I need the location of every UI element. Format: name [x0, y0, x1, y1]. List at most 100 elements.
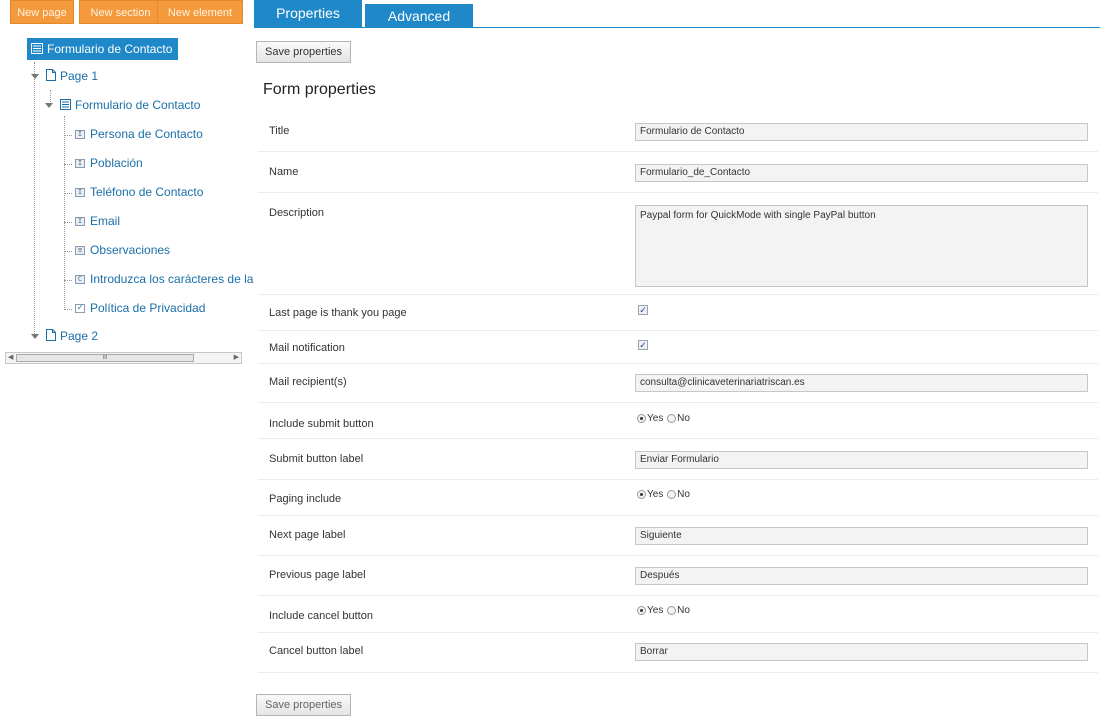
cancel-label-input[interactable]: Borrar — [635, 643, 1088, 661]
tree-item-field-persona[interactable]: I Persona de Contacto — [75, 124, 203, 144]
radio-yes-label: Yes — [647, 413, 664, 424]
tree-item-section-form[interactable]: Formulario de Contacto — [60, 95, 200, 115]
mail-notification-label: Mail notification — [269, 342, 345, 354]
property-row-previous-page: Previous page label Después — [258, 556, 1098, 596]
tree-item-field-poblacion[interactable]: I Población — [75, 153, 143, 173]
tree-item-label: Introduzca los carácteres de la — [90, 272, 254, 286]
tab-properties[interactable]: Properties — [254, 0, 362, 28]
tree-root-form[interactable]: Formulario de Contacto — [27, 38, 179, 60]
mail-recipients-label: Mail recipient(s) — [269, 376, 347, 388]
expand-triangle-icon[interactable] — [31, 74, 39, 79]
save-properties-button-bottom[interactable]: Save properties — [256, 694, 352, 716]
description-textarea[interactable]: Paypal form for QuickMode with single Pa… — [635, 205, 1088, 287]
tree-horizontal-scrollbar[interactable]: ◀ III ▶ — [5, 352, 242, 364]
tree-item-field-telefono[interactable]: I Teléfono de Contacto — [75, 182, 203, 202]
form-structure-tree: Formulario de Contacto Page 1 Formulario… — [27, 38, 253, 343]
property-row-mail-recipients: Mail recipient(s) consulta@clinicaveteri… — [258, 364, 1098, 403]
include-cancel-label: Include cancel button — [269, 610, 373, 622]
section-title: Form properties — [263, 81, 376, 98]
paging-yes-radio[interactable] — [637, 490, 646, 499]
radio-no-label: No — [677, 413, 690, 424]
text-field-icon: I — [75, 159, 85, 169]
tree-connector — [64, 164, 72, 165]
next-page-label: Next page label — [269, 529, 346, 541]
property-row-include-submit: Include submit button Yes No — [258, 403, 1098, 439]
scrollbar-thumb[interactable]: III — [16, 354, 194, 362]
tree-connector — [34, 62, 35, 336]
include-submit-no-radio[interactable] — [667, 414, 677, 423]
tree-item-label: Formulario de Contacto — [75, 98, 201, 112]
name-label: Name — [269, 166, 299, 178]
name-input[interactable]: Formulario_de_Contacto — [635, 164, 1088, 182]
radio-yes-label: Yes — [647, 489, 664, 500]
thankyou-checkbox[interactable]: ✓ — [638, 305, 648, 315]
radio-no-label: No — [677, 489, 690, 500]
expand-triangle-icon[interactable] — [31, 334, 39, 339]
tree-item-field-observaciones[interactable]: ≡ Observaciones — [75, 240, 170, 260]
include-cancel-yes-radio[interactable] — [637, 606, 646, 615]
property-row-submit-label: Submit button label Enviar Formulario — [258, 439, 1098, 480]
description-label: Description — [269, 207, 325, 219]
new-page-button[interactable]: New page — [10, 0, 74, 24]
properties-tabs: Properties Advanced — [254, 0, 1100, 28]
captcha-field-icon: C — [75, 275, 85, 285]
text-field-icon: I — [75, 188, 85, 198]
property-row-include-cancel: Include cancel button Yes No — [258, 596, 1098, 633]
include-submit-radio-group: Yes No — [637, 413, 691, 424]
tree-item-label: Población — [90, 156, 143, 170]
save-properties-button-top[interactable]: Save properties — [256, 41, 352, 63]
new-section-button[interactable]: New section — [79, 0, 162, 24]
paging-no-radio[interactable] — [667, 490, 677, 499]
submit-label-label: Submit button label — [269, 453, 364, 465]
tree-item-label: Persona de Contacto — [90, 127, 203, 141]
tree-item-field-captcha[interactable]: C Introduzca los carácteres de la — [75, 269, 253, 289]
include-submit-yes-radio[interactable] — [637, 414, 646, 423]
tree-item-label: Page 2 — [60, 329, 99, 343]
mail-notification-checkbox[interactable]: ✓ — [638, 340, 648, 350]
cancel-label-label: Cancel button label — [269, 645, 364, 657]
property-row-thankyou: Last page is thank you page ✓ — [258, 295, 1098, 331]
title-input[interactable]: Formulario de Contacto — [635, 123, 1088, 141]
textarea-field-icon: ≡ — [75, 246, 85, 256]
tree-root-label: Formulario de Contacto — [47, 42, 173, 56]
radio-no-label: No — [677, 605, 690, 616]
thankyou-label: Last page is thank you page — [269, 307, 407, 319]
property-row-name: Name Formulario_de_Contacto — [258, 152, 1098, 193]
next-page-input[interactable]: Siguiente — [635, 527, 1088, 545]
tree-item-page-2[interactable]: Page 2 — [46, 326, 98, 346]
previous-page-label: Previous page label — [269, 569, 366, 581]
tree-item-field-privacidad[interactable]: ✓ Política de Privacidad — [75, 298, 205, 318]
previous-page-input[interactable]: Después — [635, 567, 1088, 585]
property-row-next-page: Next page label Siguiente — [258, 516, 1098, 556]
scroll-left-arrow-icon[interactable]: ◀ — [8, 353, 13, 363]
title-label: Title — [269, 125, 290, 137]
tree-item-label: Email — [90, 214, 121, 228]
text-field-icon: I — [75, 130, 85, 140]
new-element-button[interactable]: New element — [157, 0, 243, 24]
checkbox-field-icon: ✓ — [75, 304, 85, 314]
page-icon — [46, 327, 56, 347]
paging-radio-group: Yes No — [637, 489, 691, 500]
tree-connector — [64, 222, 72, 223]
property-row-mail-notification: Mail notification ✓ — [258, 331, 1098, 364]
tree-item-label: Page 1 — [60, 69, 99, 83]
submit-label-input[interactable]: Enviar Formulario — [635, 451, 1088, 469]
scroll-right-arrow-icon[interactable]: ▶ — [234, 353, 239, 363]
tree-item-label: Teléfono de Contacto — [90, 185, 204, 199]
property-row-title: Title Formulario de Contacto — [258, 110, 1098, 152]
tree-item-field-email[interactable]: I Email — [75, 211, 120, 231]
radio-yes-label: Yes — [647, 605, 664, 616]
tree-item-page-1[interactable]: Page 1 — [46, 66, 98, 86]
expand-triangle-icon[interactable] — [45, 103, 53, 108]
tree-connector — [50, 90, 51, 102]
mail-recipients-input[interactable]: consulta@clinicaveterinariatriscan.es — [635, 374, 1088, 392]
property-row-description: Description Paypal form for QuickMode wi… — [258, 193, 1098, 295]
include-cancel-radio-group: Yes No — [637, 605, 691, 616]
tree-item-label: Observaciones — [90, 243, 171, 257]
tree-connector — [64, 280, 72, 281]
tab-advanced[interactable]: Advanced — [365, 4, 473, 28]
property-row-cancel-label: Cancel button label Borrar — [258, 633, 1098, 673]
tree-connector — [64, 309, 72, 310]
tree-item-label: Política de Privacidad — [90, 301, 206, 315]
include-cancel-no-radio[interactable] — [667, 606, 677, 615]
